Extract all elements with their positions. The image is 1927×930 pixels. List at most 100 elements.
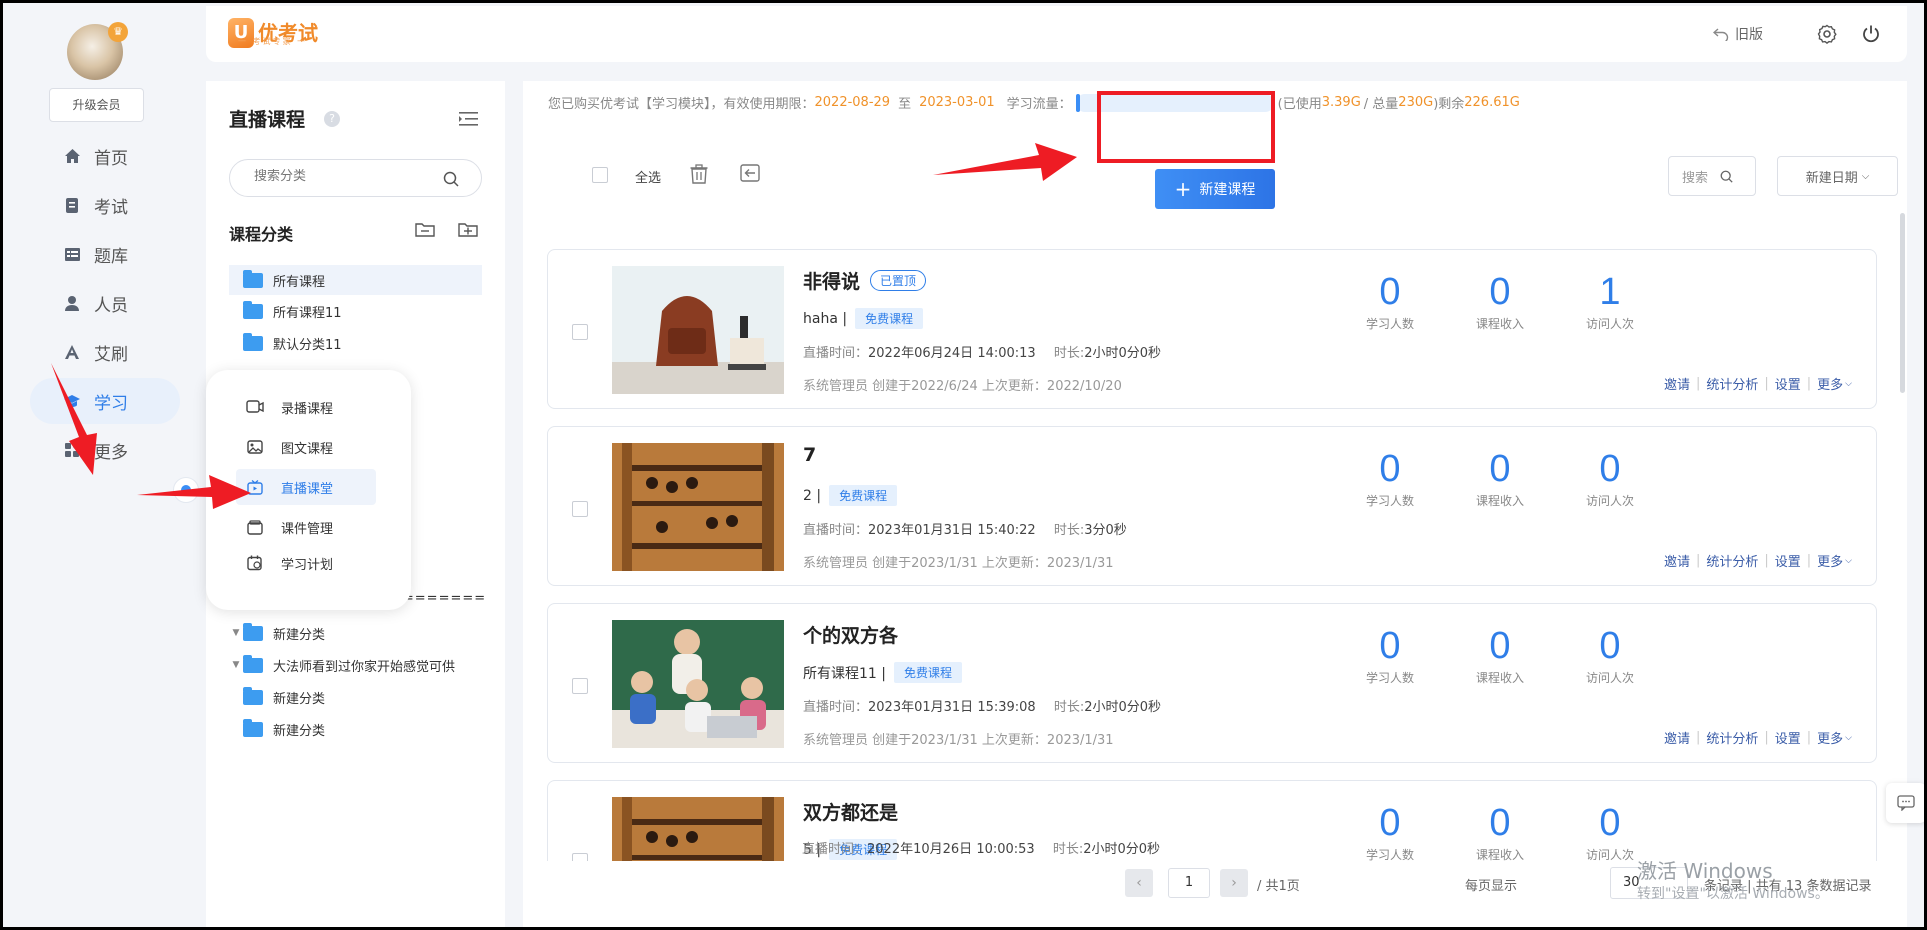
help-icon[interactable]: ?	[324, 111, 340, 127]
scrollbar[interactable]	[1900, 213, 1905, 393]
nav-item-users[interactable]: 人员	[30, 280, 180, 326]
tree-item-label: 默认分类11	[273, 337, 342, 353]
course-card[interactable]: 双方都还是 5 | 免费课程 0 学习人数 0 课程收入 0 访问人次	[547, 780, 1877, 861]
duration-value: 2小时0分0秒	[1084, 700, 1162, 715]
stat-visits: 0 访问人次	[1565, 624, 1655, 686]
add-folder-icon[interactable]	[458, 221, 478, 237]
duration-label: 时长:	[1052, 842, 1084, 857]
old-version-link[interactable]: 旧版	[1713, 24, 1763, 44]
nav-item-home[interactable]: 首页	[30, 133, 180, 179]
collapse-menu-icon[interactable]	[459, 111, 479, 127]
course-checkbox[interactable]	[572, 678, 588, 694]
course-title[interactable]: 个的双方各	[803, 621, 898, 648]
stat-value: 0	[1379, 271, 1401, 313]
stat-value: 0	[1379, 448, 1401, 490]
info-total-prefix: / 总量	[1363, 97, 1399, 112]
video-icon	[246, 400, 264, 414]
course-title[interactable]: 7	[803, 444, 816, 466]
next-page-button[interactable]: ›	[1220, 869, 1248, 897]
course-title-row: 个的双方各	[803, 621, 898, 648]
course-thumbnail[interactable]	[612, 443, 784, 571]
nav-label-question-bank: 题库	[94, 246, 128, 267]
search-icon[interactable]	[443, 171, 459, 187]
page-number-input[interactable]: 1	[1168, 868, 1210, 898]
nav-label-users: 人员	[94, 295, 128, 316]
course-card[interactable]: 7 2 | 免费课程 直播时间：2023年01月31日 15:40:22 时长:…	[547, 426, 1877, 586]
info-prefix: 您已购买优考试【学习模块】，有效使用期限：	[548, 97, 815, 112]
info-remaining-prefix: )剩余	[1433, 97, 1465, 112]
course-title[interactable]: 非得说	[803, 267, 860, 294]
new-course-button[interactable]: + 新建课程	[1155, 169, 1275, 209]
windows-activation-subtitle: 转到"设置"以激活 Windows。	[1637, 886, 1829, 902]
stat-label: 访问人次	[1585, 317, 1634, 331]
more-link[interactable]: 更多	[1817, 374, 1843, 393]
stat-value: 0	[1489, 802, 1511, 844]
settings-link[interactable]: 设置	[1775, 374, 1801, 393]
select-all-checkbox[interactable]	[592, 167, 608, 183]
category-search-input[interactable]	[254, 169, 434, 184]
course-thumbnail[interactable]	[612, 620, 784, 748]
course-thumbnail[interactable]	[612, 797, 784, 861]
free-badge: 免费课程	[829, 485, 898, 506]
duration-label: 时长:	[1053, 523, 1085, 538]
nav-item-question-bank[interactable]: 题库	[30, 231, 180, 277]
tree-item[interactable]: 新建分类	[229, 714, 482, 744]
exam-icon	[62, 195, 82, 215]
upgrade-member-button[interactable]: 升级会员	[49, 88, 144, 122]
gear-icon[interactable]	[1817, 24, 1837, 44]
tree-item[interactable]: 新建分类	[229, 682, 482, 712]
feedback-button[interactable]	[1886, 783, 1924, 823]
stat-value: 1	[1599, 271, 1621, 313]
move-icon[interactable]	[740, 164, 760, 182]
chat-icon	[1897, 795, 1915, 811]
select-all-label[interactable]: 全选	[635, 167, 661, 186]
nav-item-exam[interactable]: 考试	[30, 182, 180, 228]
invite-link[interactable]: 邀请	[1664, 728, 1690, 747]
course-search-input[interactable]: 搜索	[1668, 156, 1756, 196]
invite-link[interactable]: 邀请	[1664, 551, 1690, 570]
course-checkbox[interactable]	[572, 501, 588, 517]
invite-link[interactable]: 邀请	[1664, 374, 1690, 393]
settings-link[interactable]: 设置	[1775, 551, 1801, 570]
submenu-item-recorded[interactable]: 录播课程	[246, 389, 386, 425]
submenu-item-live[interactable]: 直播课堂	[236, 469, 376, 505]
prev-page-button[interactable]: ‹	[1125, 869, 1153, 897]
course-checkbox[interactable]	[572, 324, 588, 340]
stat-learners: 0 学习人数	[1345, 801, 1435, 861]
subscription-info: 您已购买优考试【学习模块】，有效使用期限： 2022-08-29 至 2023-…	[548, 93, 1520, 112]
sort-dropdown[interactable]: 新建日期 ⌵	[1777, 156, 1898, 196]
stat-revenue: 0 课程收入	[1455, 624, 1545, 686]
tree-item[interactable]: 默认分类11	[229, 328, 482, 358]
submenu-item-graphic[interactable]: 图文课程	[246, 429, 386, 465]
course-card[interactable]: 个的双方各 所有课程11 | 免费课程 直播时间：2023年01月31日 15:…	[547, 603, 1877, 763]
settings-link[interactable]: 设置	[1775, 728, 1801, 747]
analysis-link[interactable]: 统计分析	[1706, 728, 1758, 747]
caret-down-icon[interactable]: ▼	[229, 628, 243, 638]
tree-item[interactable]: ▼ 大法师看到过你家开始感觉可供	[229, 650, 482, 680]
analysis-link[interactable]: 统计分析	[1706, 551, 1758, 570]
collapse-folders-icon[interactable]	[415, 221, 435, 237]
info-to: 至	[898, 97, 912, 112]
course-thumbnail[interactable]	[612, 266, 784, 394]
caret-down-icon[interactable]: ▼	[229, 660, 243, 670]
trash-icon[interactable]	[690, 164, 708, 184]
submenu-item-courseware[interactable]: 课件管理	[246, 509, 386, 545]
analysis-link[interactable]: 统计分析	[1706, 374, 1758, 393]
stat-revenue: 0 课程收入	[1455, 270, 1545, 332]
duration-value: 2小时0分0秒	[1084, 346, 1162, 361]
tree-item[interactable]: 所有课程11	[229, 296, 482, 326]
info-flow-label: 学习流量：	[1006, 97, 1072, 112]
power-icon[interactable]	[1861, 24, 1881, 44]
tree-item[interactable]: ▼ 新建分类	[229, 618, 482, 648]
stat-label: 学习人数	[1365, 317, 1414, 331]
course-title[interactable]: 双方都还是	[803, 798, 898, 825]
more-link[interactable]: 更多	[1817, 551, 1843, 570]
submenu-item-plan[interactable]: 学习计划	[246, 545, 386, 581]
course-checkbox[interactable]	[572, 853, 588, 861]
tree-item-all-courses[interactable]: 所有课程	[229, 265, 482, 295]
stat-label: 访问人次	[1585, 671, 1634, 685]
more-link[interactable]: 更多	[1817, 728, 1843, 747]
time-label: 直播时间：	[803, 523, 869, 538]
course-card[interactable]: 非得说 已置顶 haha | 免费课程 直播时间：2022年06月24日 14:…	[547, 249, 1877, 409]
course-actions: 邀请 | 统计分析 | 设置 | 更多 ⌵	[1663, 551, 1852, 570]
